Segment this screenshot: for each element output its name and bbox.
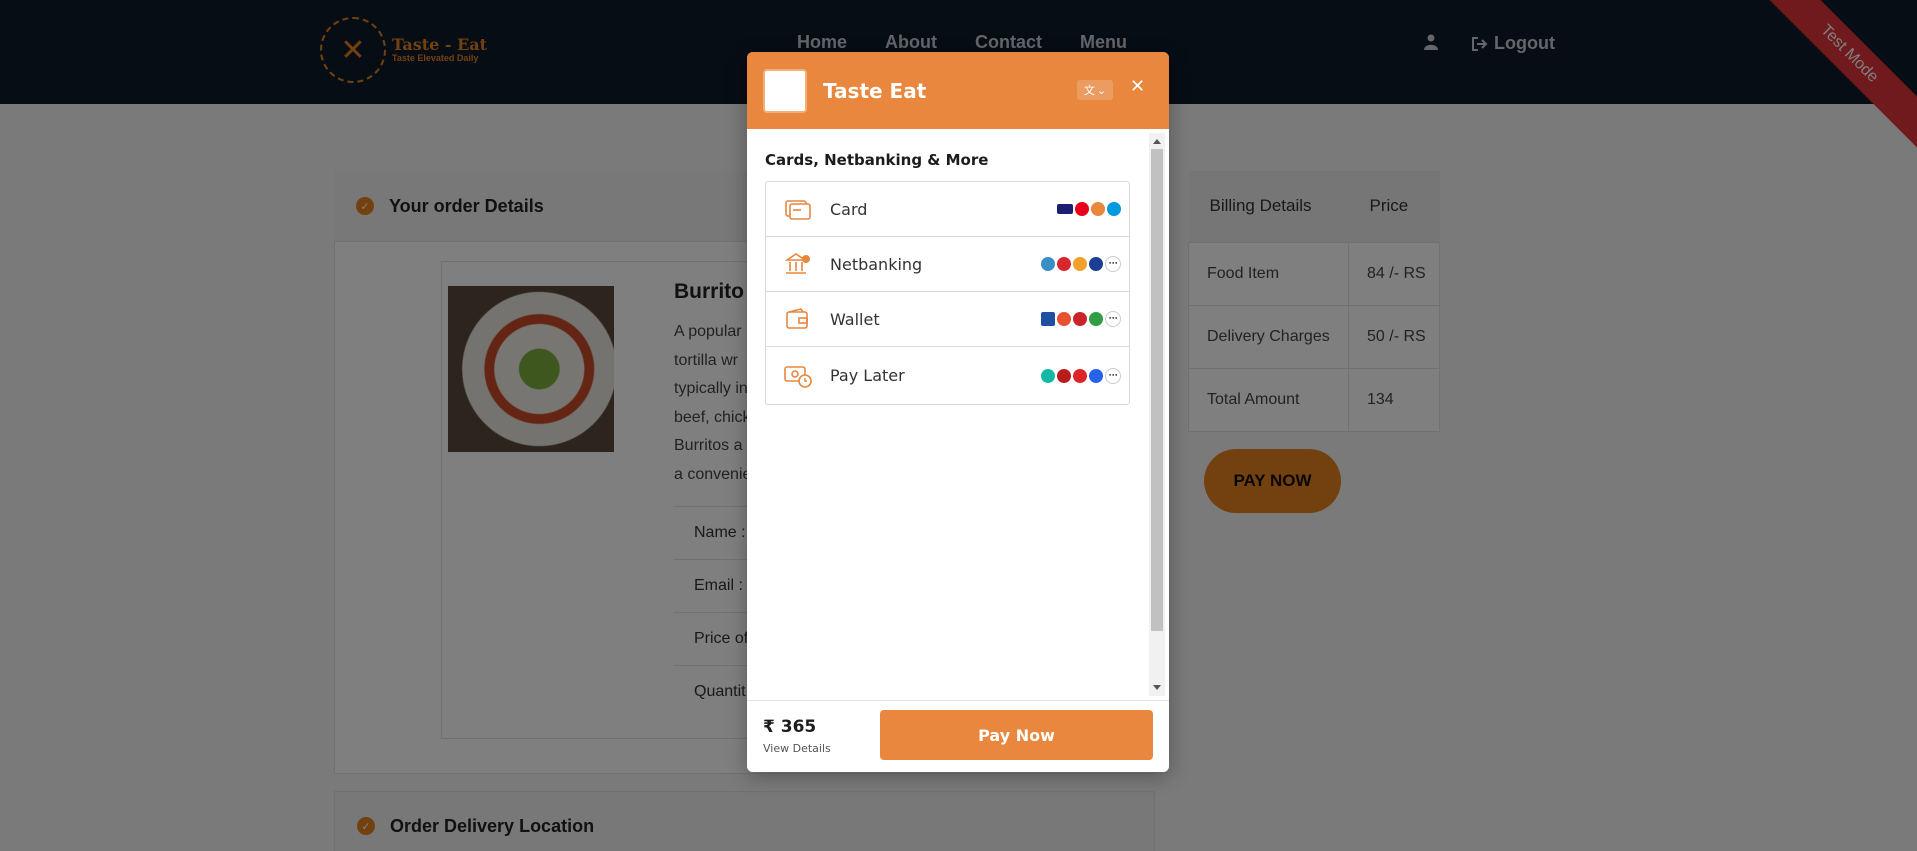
scrollbar[interactable] <box>1149 133 1165 696</box>
wallet-logo-icon <box>1073 312 1087 326</box>
pay-now-modal-button[interactable]: Pay Now <box>880 710 1153 760</box>
paylater-logo-icon <box>1057 368 1071 383</box>
scrollbar-thumb[interactable] <box>1151 149 1163 631</box>
chevron-down-icon: ⌄ <box>1096 83 1107 97</box>
more-icon: ⋯ <box>1105 256 1121 272</box>
checkout-header: Taste Eat 文 ⌄ ✕ <box>747 52 1169 129</box>
payment-method-label: Pay Later <box>830 366 905 385</box>
translate-icon: 文 <box>1083 84 1095 97</box>
bank-icon <box>784 252 812 276</box>
payment-method-wallet[interactable]: Wallet ⋯ <box>766 292 1129 347</box>
visa-icon <box>1057 204 1073 214</box>
wallet-logo-icon <box>1057 312 1071 326</box>
paylater-icon <box>784 364 812 388</box>
maestro-icon <box>1107 202 1121 216</box>
section-title: Cards, Netbanking & More <box>765 151 989 169</box>
payment-method-label: Wallet <box>830 309 880 329</box>
card-brands <box>1057 202 1121 216</box>
view-details-link[interactable]: View Details <box>763 742 831 755</box>
merchant-name: Taste Eat <box>823 78 927 103</box>
scroll-up-icon[interactable] <box>1153 139 1161 144</box>
payment-method-card[interactable]: Card <box>766 182 1129 237</box>
total-amount: ₹ 365 <box>763 717 817 737</box>
wallet-brands: ⋯ <box>1041 311 1121 327</box>
rupay-icon <box>1091 202 1105 216</box>
scroll-down-icon[interactable] <box>1153 685 1161 690</box>
paylater-brands: ⋯ <box>1041 367 1121 384</box>
bank-logo-icon <box>1089 257 1103 271</box>
bank-logo-icon <box>1041 257 1055 271</box>
language-selector[interactable]: 文 ⌄ <box>1077 80 1113 100</box>
more-icon: ⋯ <box>1105 367 1121 384</box>
payment-method-label: Netbanking <box>830 254 923 274</box>
checkout-body: Cards, Netbanking & More Card Netbanking… <box>747 129 1169 700</box>
checkout-footer: ₹ 365 View Details Pay Now <box>747 700 1169 772</box>
mastercard-icon <box>1075 202 1089 216</box>
bank-logo-icon <box>1057 257 1071 271</box>
more-icon: ⋯ <box>1105 311 1121 327</box>
close-icon[interactable]: ✕ <box>1130 76 1145 97</box>
payment-method-label: Card <box>830 199 868 219</box>
checkout-modal: Taste Eat 文 ⌄ ✕ Cards, Netbanking & More … <box>747 52 1169 772</box>
card-icon <box>784 197 812 221</box>
paylater-logo-icon <box>1089 368 1103 383</box>
bank-logo-icon <box>1073 257 1087 271</box>
paylater-logo-icon <box>1073 368 1087 383</box>
wallet-logo-icon <box>1089 312 1103 326</box>
bank-brands: ⋯ <box>1041 256 1121 272</box>
paylater-logo-icon <box>1041 368 1055 383</box>
payment-method-paylater[interactable]: Pay Later ⋯ <box>766 347 1129 404</box>
merchant-logo <box>763 68 807 113</box>
wallet-icon <box>784 307 812 331</box>
payment-method-netbanking[interactable]: Netbanking ⋯ <box>766 237 1129 292</box>
payment-methods-list: Card Netbanking ⋯ Wallet ⋯ Pay Later ⋯ <box>765 181 1130 405</box>
wallet-logo-icon <box>1041 312 1055 326</box>
